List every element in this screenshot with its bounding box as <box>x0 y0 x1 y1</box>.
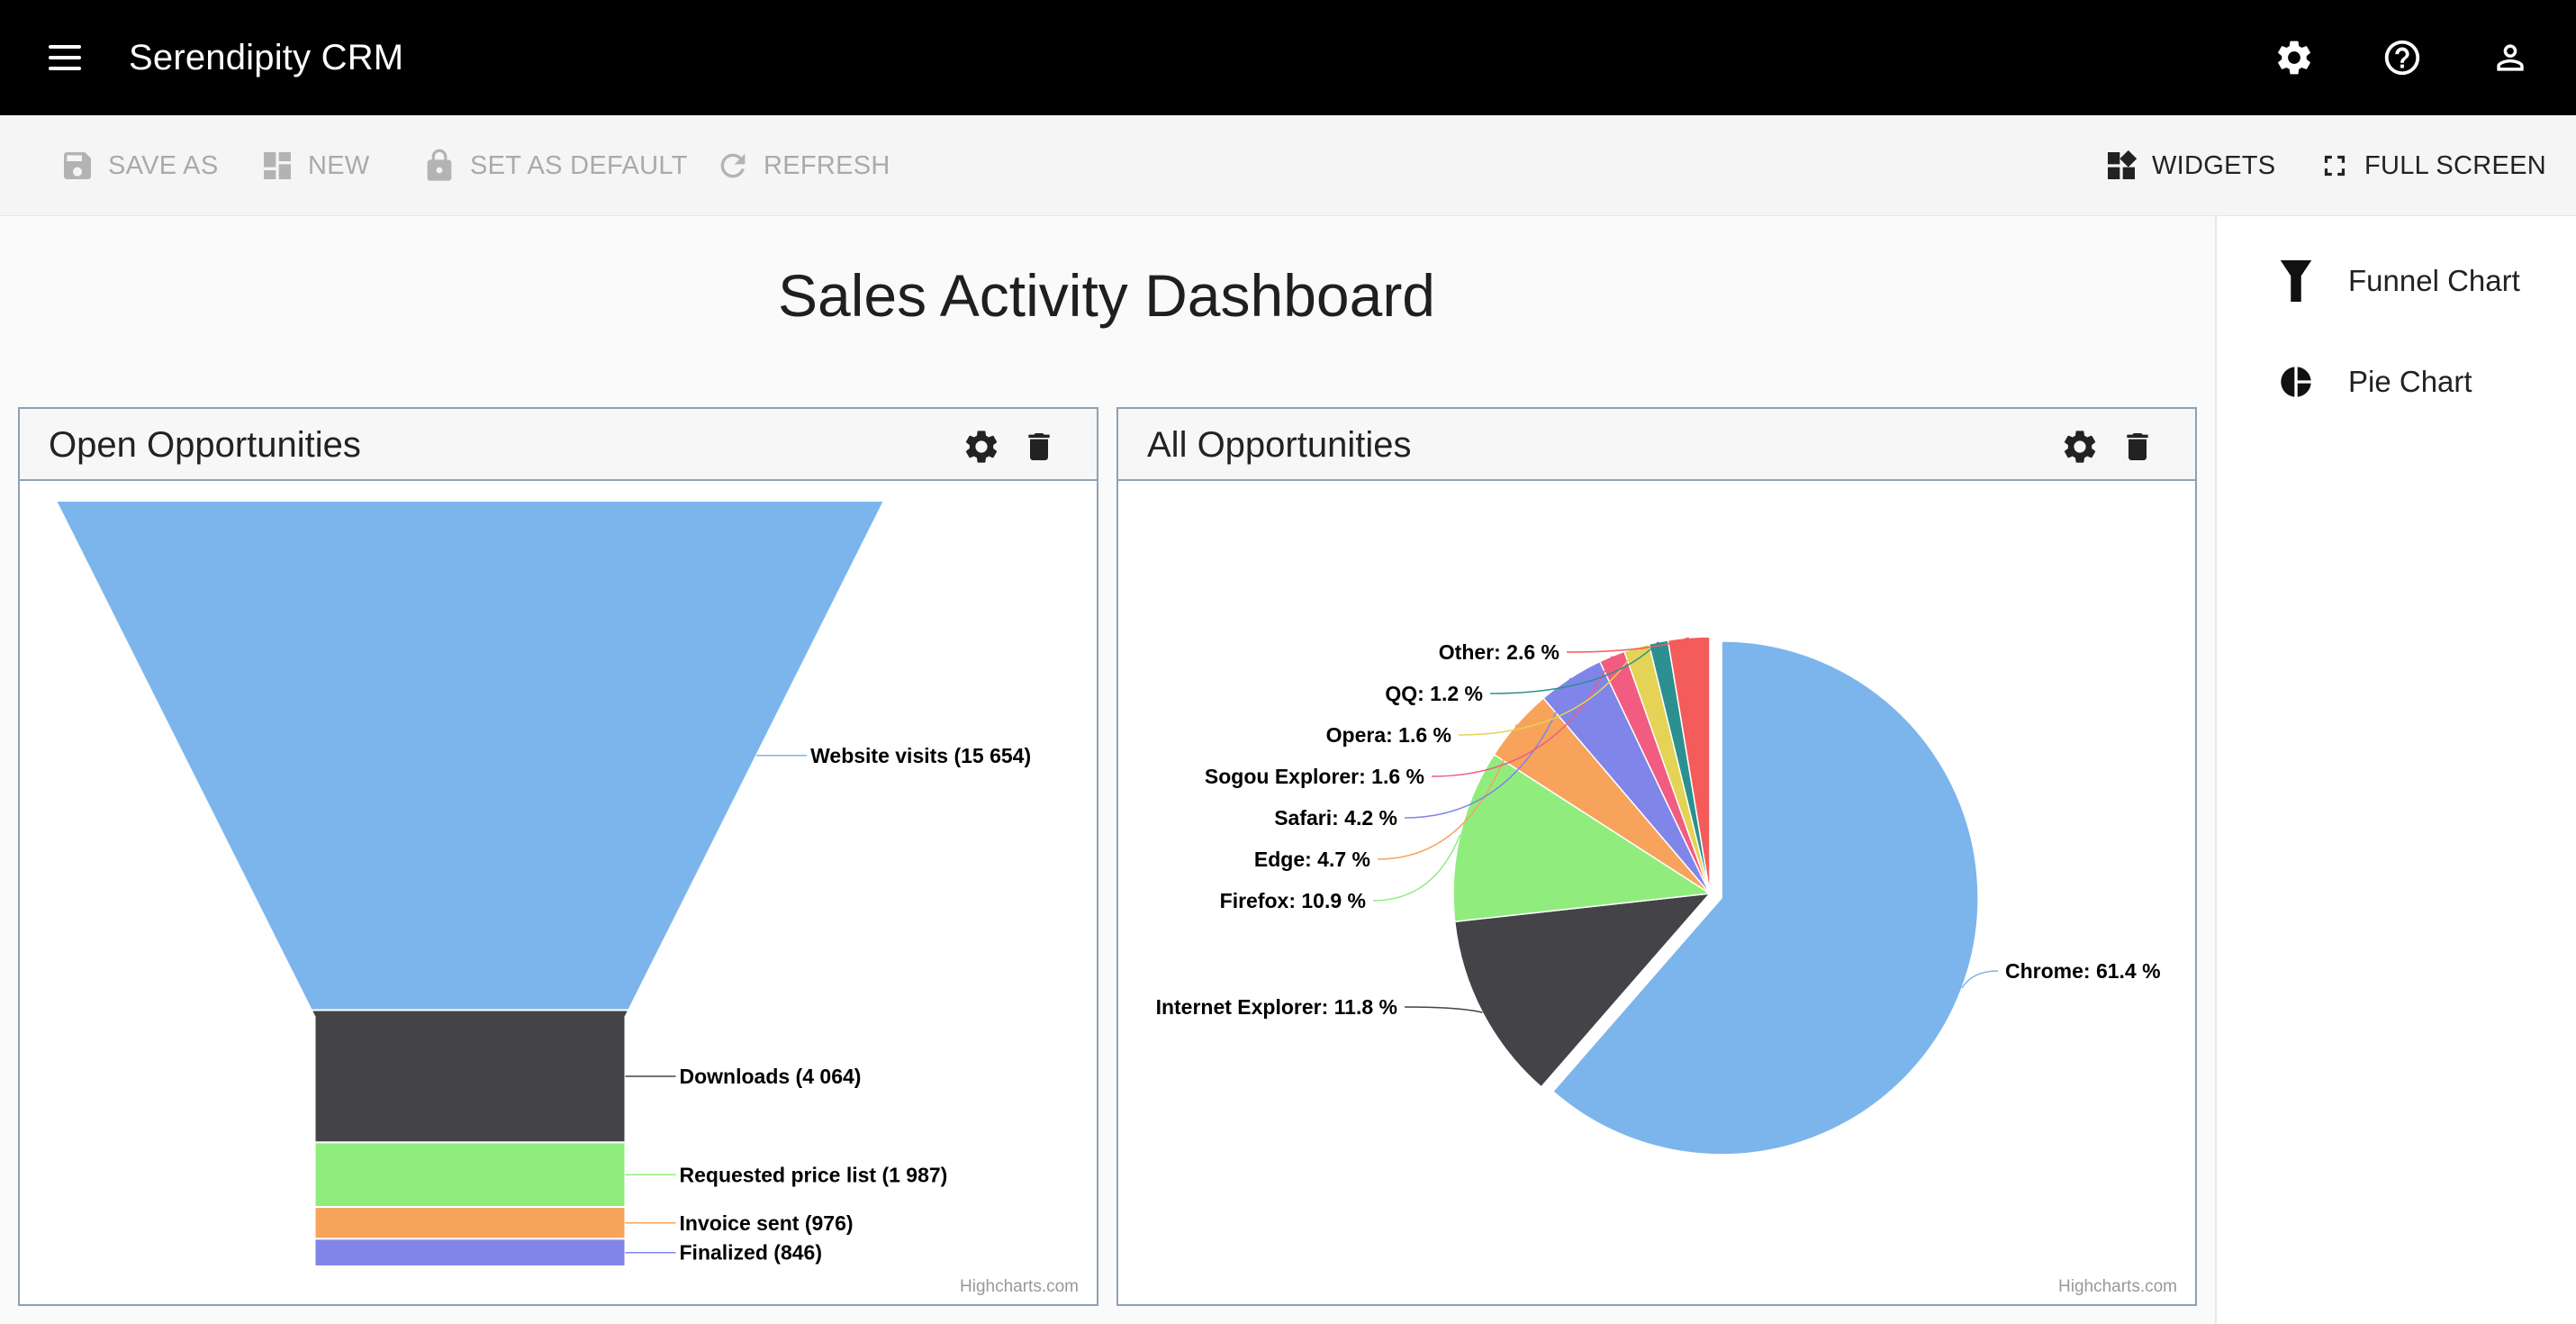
widget-settings-icon[interactable] <box>962 427 1001 467</box>
pie-chart-icon <box>2278 364 2314 400</box>
pie-chart: Chrome: 61.4 % Internet Explorer: 11.8 % F… <box>1156 636 2161 1156</box>
lock-icon <box>427 149 452 181</box>
dashboard-title: Sales Activity Dashboard <box>777 262 1436 329</box>
chart-credit: Highcharts.com <box>2058 1277 2177 1296</box>
widget-delete-icon[interactable] <box>2118 427 2157 467</box>
pie-label: QQ: 1.2 % <box>1385 682 1483 705</box>
side-item-funnel-chart[interactable]: Funnel Chart <box>2217 236 2576 326</box>
dashboard-icon <box>264 152 291 179</box>
pie-label: Sogou Explorer: 1.6 % <box>1205 765 1424 788</box>
funnel-label: Website visits (15 654) <box>810 744 1031 767</box>
funnel-segment-2[interactable] <box>313 1141 627 1209</box>
funnel-label: Invoice sent (976) <box>680 1211 854 1235</box>
toolbar: SAVE AS NEW SET AS DEFAULT REFRESH WIDGE… <box>0 115 2576 216</box>
refresh-icon <box>720 153 746 178</box>
widget-header: Open Opportunities <box>20 409 1097 481</box>
all-opportunities-widget: All Opportunities Chrome: 61.4 % Internet… <box>1116 407 2197 1306</box>
pie-label: Other: 2.6 % <box>1439 640 1559 664</box>
side-item-label: Pie Chart <box>2348 365 2472 398</box>
fullscreen-icon <box>2324 155 2346 177</box>
funnel-label: Downloads (4 064) <box>680 1065 862 1088</box>
pie-label: Firefox: 10.9 % <box>1220 889 1366 912</box>
full-screen-button[interactable]: FULL SCREEN <box>2318 115 2546 216</box>
save-as-label: SAVE AS <box>108 150 219 180</box>
menu-icon[interactable] <box>41 36 88 79</box>
funnel-label: Requested price list (1 987) <box>680 1163 948 1186</box>
account-icon[interactable] <box>2485 32 2535 83</box>
refresh-label: REFRESH <box>764 150 890 180</box>
pie-label: Chrome: 61.4 % <box>2005 959 2161 983</box>
full-screen-label: FULL SCREEN <box>2364 150 2547 180</box>
funnel-segment-4[interactable] <box>313 1238 627 1267</box>
chart-credit: Highcharts.com <box>960 1277 1079 1296</box>
pie-chart-area: Chrome: 61.4 % Internet Explorer: 11.8 % F… <box>1118 481 2195 1304</box>
new-button[interactable]: NEW <box>259 115 370 216</box>
app-bar: Serendipity CRM <box>0 0 2576 115</box>
widgets-label: WIDGETS <box>2152 150 2276 180</box>
new-label: NEW <box>308 150 370 180</box>
widget-title: Open Opportunities <box>49 425 361 465</box>
funnel-chart: Website visits (15 654) Downloads (4 064)… <box>54 500 1031 1267</box>
refresh-button[interactable]: REFRESH <box>715 115 890 216</box>
help-icon[interactable] <box>2377 32 2427 83</box>
pie-label: Safari: 4.2 % <box>1274 806 1397 830</box>
funnel-chart-area: Website visits (15 654) Downloads (4 064)… <box>20 481 1097 1304</box>
pie-label: Internet Explorer: 11.8 % <box>1156 995 1397 1019</box>
side-item-pie-chart[interactable]: Pie Chart <box>2217 337 2576 427</box>
set-as-default-label: SET AS DEFAULT <box>470 150 688 180</box>
widget-header: All Opportunities <box>1118 409 2195 481</box>
widgets-icon <box>2108 150 2138 179</box>
save-icon <box>64 152 91 179</box>
funnel-segment-3[interactable] <box>313 1206 627 1240</box>
widget-side-panel: Funnel Chart Pie Chart <box>2215 216 2576 1324</box>
widget-delete-icon[interactable] <box>1019 427 1059 467</box>
funnel-icon <box>2278 260 2314 302</box>
open-opportunities-widget: Open Opportunities Website visits (15 65… <box>18 407 1098 1306</box>
funnel-segment-1[interactable] <box>310 1009 630 1144</box>
side-item-label: Funnel Chart <box>2348 264 2520 297</box>
widgets-button[interactable]: WIDGETS <box>2103 115 2275 216</box>
set-as-default-button[interactable]: SET AS DEFAULT <box>421 115 688 216</box>
funnel-label: Finalized (846) <box>680 1241 822 1265</box>
app-title: Serendipity CRM <box>129 38 404 77</box>
save-as-button[interactable]: SAVE AS <box>59 115 218 216</box>
pie-label: Edge: 4.7 % <box>1254 848 1370 871</box>
widget-settings-icon[interactable] <box>2060 427 2100 467</box>
pie-label: Opera: 1.6 % <box>1326 723 1451 747</box>
settings-icon[interactable] <box>2269 32 2319 83</box>
pie-connector <box>1372 834 1461 902</box>
pie-connector <box>1404 1006 1483 1013</box>
widget-title: All Opportunities <box>1147 425 1412 465</box>
